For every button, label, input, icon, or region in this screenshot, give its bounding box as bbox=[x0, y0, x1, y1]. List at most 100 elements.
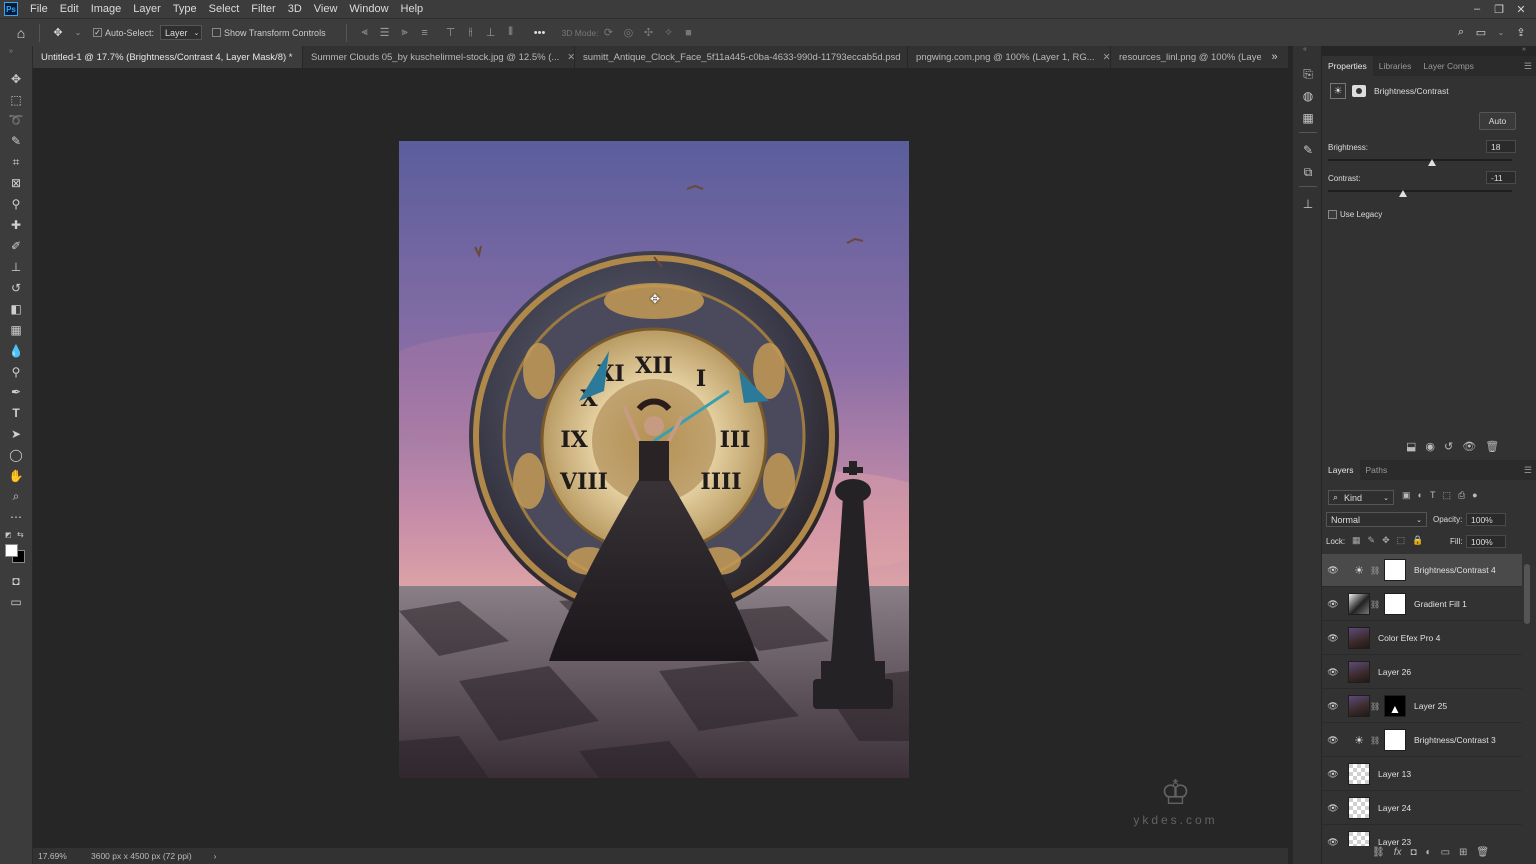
close-icon[interactable]: ✕ bbox=[1103, 52, 1110, 63]
visibility-icon[interactable]: 👁 bbox=[1322, 803, 1344, 814]
menu-image[interactable]: Image bbox=[85, 0, 128, 18]
show-transform-checkbox[interactable]: Show Transform Controls bbox=[212, 28, 326, 38]
tab-untitled-1[interactable]: Untitled-1 @ 17.7% (Brightness/Contrast … bbox=[33, 46, 303, 68]
menu-window[interactable]: Window bbox=[343, 0, 394, 18]
screen-mode-icon[interactable]: ▭ bbox=[6, 593, 26, 611]
new-layer-icon[interactable]: ⊞ bbox=[1459, 847, 1467, 858]
layer-mask-thumbnail[interactable] bbox=[1384, 593, 1406, 615]
collapse-icon[interactable]: » bbox=[9, 48, 13, 55]
menu-type[interactable]: Type bbox=[167, 0, 203, 18]
foreground-color-swatch[interactable] bbox=[5, 544, 18, 557]
panel-menu-icon[interactable]: ☰ bbox=[1524, 465, 1532, 476]
layer-row-layer-13[interactable]: 👁 Layer 13 bbox=[1322, 758, 1522, 791]
close-window-button[interactable]: ✕ bbox=[1510, 3, 1532, 16]
3d-slide-icon[interactable]: ✧ bbox=[661, 26, 675, 40]
status-arrow-icon[interactable]: › bbox=[214, 851, 217, 861]
auto-select-dropdown[interactable]: Layer ⌄ bbox=[160, 25, 203, 40]
layers-scrollbar[interactable] bbox=[1524, 564, 1530, 624]
fx-icon[interactable]: fx bbox=[1394, 847, 1402, 858]
document-canvas[interactable]: XII I III IIII IX VIII XI X bbox=[399, 141, 909, 778]
brightness-input[interactable]: 18 bbox=[1486, 140, 1516, 153]
clip-to-layer-icon[interactable]: ⬓ bbox=[1406, 440, 1416, 453]
layer-row-color-efex-pro-4[interactable]: 👁 Color Efex Pro 4 bbox=[1322, 622, 1522, 655]
contrast-slider-track[interactable] bbox=[1328, 190, 1512, 192]
blend-mode-dropdown[interactable]: Normal ⌄ bbox=[1326, 512, 1427, 527]
menu-select[interactable]: Select bbox=[203, 0, 246, 18]
brush-settings-icon[interactable]: ✎ bbox=[1300, 142, 1316, 158]
menu-filter[interactable]: Filter bbox=[245, 0, 281, 18]
eraser-tool-icon[interactable]: ◧ bbox=[6, 300, 26, 318]
align-right-icon[interactable]: ⫸ bbox=[398, 26, 412, 40]
mask-icon[interactable]: ◘ bbox=[1410, 847, 1416, 858]
layer-row-brightness-contrast-4[interactable]: 👁 ☀ ⛓ Brightness/Contrast 4 bbox=[1322, 554, 1522, 587]
tab-libraries[interactable]: Libraries bbox=[1373, 56, 1418, 76]
default-colors-icon[interactable]: ◩ bbox=[5, 531, 13, 539]
tab-overflow-icon[interactable]: » bbox=[1261, 46, 1288, 68]
minimize-button[interactable]: – bbox=[1466, 3, 1488, 15]
brightness-slider-knob[interactable] bbox=[1428, 159, 1436, 166]
brightness-slider-track[interactable] bbox=[1328, 159, 1512, 161]
adjustment-filter-icon[interactable]: ◐ bbox=[1418, 490, 1423, 501]
align-center-icon[interactable]: ☰ bbox=[378, 26, 392, 40]
layer-row-layer-23[interactable]: 👁 Layer 23 bbox=[1322, 826, 1522, 846]
adjustments-panel-icon[interactable]: ⧉ bbox=[1300, 164, 1316, 180]
lock-pixels-icon[interactable]: ✎ bbox=[1368, 535, 1376, 546]
link-icon[interactable]: ⛓ bbox=[1370, 736, 1380, 745]
layer-mask-thumbnail[interactable] bbox=[1384, 559, 1406, 581]
tab-resources[interactable]: resources_linl.png @ 100% (Laye bbox=[1111, 46, 1261, 68]
layer-mask-thumbnail[interactable]: ▲ bbox=[1384, 695, 1406, 717]
path-select-tool-icon[interactable]: ➤ bbox=[6, 425, 26, 443]
layer-row-gradient-fill-1[interactable]: 👁 ⛓ Gradient Fill 1 bbox=[1322, 588, 1522, 621]
menu-help[interactable]: Help bbox=[395, 0, 430, 18]
distribute-vertical-icon[interactable]: ⦀ bbox=[504, 26, 518, 40]
fill-input[interactable]: 100% bbox=[1466, 535, 1506, 548]
tab-pngwing[interactable]: pngwing.com.png @ 100% (Layer 1, RG... ✕ bbox=[908, 46, 1111, 68]
link-icon[interactable]: ⛓ bbox=[1372, 847, 1385, 858]
lock-artboard-icon[interactable]: ⬚ bbox=[1397, 535, 1406, 546]
filter-toggle-icon[interactable]: ● bbox=[1472, 490, 1477, 501]
menu-edit[interactable]: Edit bbox=[54, 0, 85, 18]
panel-menu-icon[interactable]: ☰ bbox=[1524, 61, 1532, 72]
menu-view[interactable]: View bbox=[308, 0, 344, 18]
marquee-tool-icon[interactable]: ⬚ bbox=[6, 91, 26, 109]
move-tool-icon[interactable]: ✥ bbox=[51, 26, 65, 40]
align-left-icon[interactable]: ⫷ bbox=[358, 26, 372, 40]
blur-tool-icon[interactable]: 💧 bbox=[6, 342, 26, 360]
collapse-panel-icon[interactable]: » bbox=[1522, 46, 1526, 53]
menu-layer[interactable]: Layer bbox=[127, 0, 167, 18]
visibility-icon[interactable]: 👁 bbox=[1322, 599, 1344, 610]
color-panel-icon[interactable]: ◍ bbox=[1300, 88, 1316, 104]
lock-transparency-icon[interactable]: ▦ bbox=[1352, 535, 1361, 546]
lock-all-icon[interactable]: 🔒 bbox=[1412, 535, 1423, 546]
crop-tool-icon[interactable]: ⌗ bbox=[6, 153, 26, 171]
healing-brush-tool-icon[interactable]: ✚ bbox=[6, 216, 26, 234]
share-icon[interactable]: ⇪ bbox=[1514, 26, 1528, 40]
dodge-tool-icon[interactable]: ⚲ bbox=[6, 363, 26, 381]
auto-button[interactable]: Auto bbox=[1479, 112, 1516, 130]
contrast-slider-knob[interactable] bbox=[1399, 190, 1407, 197]
visibility-icon[interactable]: 👁 bbox=[1322, 735, 1344, 746]
layer-row-layer-25[interactable]: 👁 ⛓ ▲ Layer 25 bbox=[1322, 690, 1522, 723]
layer-row-brightness-contrast-3[interactable]: 👁 ☀ ⛓ Brightness/Contrast 3 bbox=[1322, 724, 1522, 757]
quick-select-tool-icon[interactable]: ✎ bbox=[6, 132, 26, 150]
move-tool-icon[interactable]: ✥ bbox=[6, 70, 26, 88]
contrast-input[interactable]: -11 bbox=[1486, 171, 1516, 184]
swatches-panel-icon[interactable]: ▦ bbox=[1300, 110, 1316, 126]
eyedropper-tool-icon[interactable]: ⚲ bbox=[6, 195, 26, 213]
ellipse-tool-icon[interactable]: ◯ bbox=[6, 446, 26, 464]
tab-summer-clouds[interactable]: Summer Clouds 05_by kuschelirmel-stock.j… bbox=[303, 46, 575, 68]
tab-antique-clock[interactable]: sumitt_Antique_Clock_Face_5f11a445-c0ba-… bbox=[575, 46, 908, 68]
history-brush-tool-icon[interactable]: ↺ bbox=[6, 279, 26, 297]
visibility-icon[interactable]: 👁 bbox=[1322, 769, 1344, 780]
smart-object-filter-icon[interactable]: ⎙ bbox=[1458, 490, 1465, 501]
tab-properties[interactable]: Properties bbox=[1322, 56, 1373, 76]
use-legacy-checkbox[interactable]: Use Legacy bbox=[1328, 210, 1382, 219]
tab-layer-comps[interactable]: Layer Comps bbox=[1417, 56, 1480, 76]
visibility-icon[interactable]: 👁 bbox=[1322, 667, 1344, 678]
3d-orbit-icon[interactable]: ⟳ bbox=[601, 26, 615, 40]
expand-icon[interactable]: « bbox=[1303, 46, 1307, 53]
type-filter-icon[interactable]: T bbox=[1430, 490, 1436, 501]
frame-tool-icon[interactable]: ⊠ bbox=[6, 174, 26, 192]
lock-position-icon[interactable]: ✥ bbox=[1382, 535, 1390, 546]
kind-filter-dropdown[interactable]: ⌕ Kind ⌄ bbox=[1328, 490, 1394, 505]
